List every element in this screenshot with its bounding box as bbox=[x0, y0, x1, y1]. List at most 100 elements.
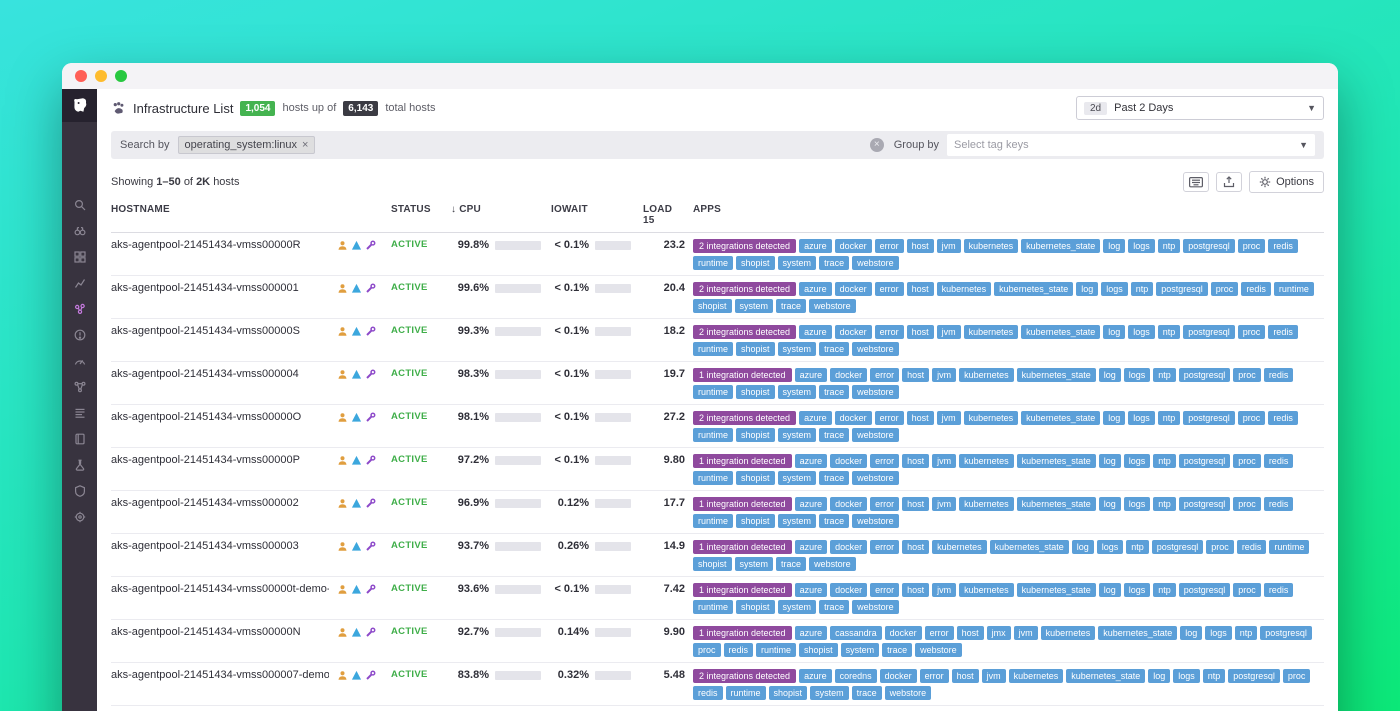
app-tag[interactable]: webstore bbox=[852, 514, 899, 528]
app-tag[interactable]: postgresql bbox=[1179, 368, 1231, 382]
column-load15[interactable]: LOAD 15 bbox=[643, 204, 685, 226]
app-tag[interactable]: docker bbox=[835, 411, 872, 425]
app-tag[interactable]: log bbox=[1099, 497, 1121, 511]
app-tag[interactable]: log bbox=[1103, 325, 1125, 339]
options-button[interactable]: Options bbox=[1249, 171, 1324, 193]
app-tag[interactable]: trace bbox=[776, 557, 806, 571]
app-tag[interactable]: ntp bbox=[1126, 540, 1149, 554]
app-tag[interactable]: azure bbox=[795, 540, 828, 554]
app-tag[interactable]: proc bbox=[693, 643, 721, 657]
export-button[interactable] bbox=[1216, 172, 1242, 192]
app-tag[interactable]: redis bbox=[724, 643, 754, 657]
app-tag[interactable]: logs bbox=[1128, 411, 1155, 425]
integration-badge[interactable]: 1 integration detected bbox=[693, 454, 792, 468]
app-tag[interactable]: kubernetes bbox=[959, 583, 1014, 597]
app-tag[interactable]: docker bbox=[880, 669, 917, 683]
app-tag[interactable]: host bbox=[902, 540, 929, 554]
app-tag[interactable]: redis bbox=[1268, 325, 1298, 339]
app-tag[interactable]: error bbox=[870, 497, 899, 511]
app-tag[interactable]: webstore bbox=[809, 557, 856, 571]
table-row[interactable]: aks-agentpool-21451434-vmss00000S ACTIVE… bbox=[111, 319, 1324, 362]
app-tag[interactable]: shopist bbox=[736, 471, 775, 485]
clear-search-icon[interactable]: × bbox=[870, 138, 884, 152]
app-tag[interactable]: postgresql bbox=[1156, 282, 1208, 296]
app-tag[interactable]: system bbox=[778, 256, 817, 270]
column-apps[interactable]: APPS bbox=[693, 204, 1324, 226]
sidebar-item-watchdog[interactable] bbox=[73, 224, 87, 238]
app-tag[interactable]: log bbox=[1076, 282, 1098, 296]
app-tag[interactable]: host bbox=[957, 626, 984, 640]
app-tag[interactable]: redis bbox=[1264, 583, 1294, 597]
app-tag[interactable]: host bbox=[907, 411, 934, 425]
app-tag[interactable]: runtime bbox=[693, 600, 733, 614]
app-tag[interactable]: postgresql bbox=[1260, 626, 1312, 640]
app-tag[interactable]: ntp bbox=[1203, 669, 1226, 683]
datadog-logo[interactable] bbox=[62, 89, 97, 122]
sidebar-item-dashboards[interactable] bbox=[73, 250, 87, 264]
app-tag[interactable]: webstore bbox=[852, 256, 899, 270]
app-tag[interactable]: logs bbox=[1101, 282, 1128, 296]
app-tag[interactable]: azure bbox=[799, 282, 832, 296]
app-tag[interactable]: logs bbox=[1124, 583, 1151, 597]
app-tag[interactable]: kubernetes bbox=[959, 497, 1014, 511]
app-tag[interactable]: proc bbox=[1233, 454, 1261, 468]
app-tag[interactable]: error bbox=[875, 325, 904, 339]
sidebar-item-logs[interactable] bbox=[73, 406, 87, 420]
app-tag[interactable]: shopist bbox=[736, 256, 775, 270]
app-tag[interactable]: shopist bbox=[736, 385, 775, 399]
app-tag[interactable]: shopist bbox=[799, 643, 838, 657]
app-tag[interactable]: azure bbox=[795, 368, 828, 382]
hostname-link[interactable]: aks-agentpool-21451434-vmss00000t-demo-1… bbox=[111, 583, 329, 595]
app-tag[interactable]: docker bbox=[835, 325, 872, 339]
app-tag[interactable]: redis bbox=[1237, 540, 1267, 554]
app-tag[interactable]: redis bbox=[1241, 282, 1271, 296]
integration-badge[interactable]: 1 integration detected bbox=[693, 368, 792, 382]
integration-badge[interactable]: 2 integrations detected bbox=[693, 325, 796, 339]
app-tag[interactable]: trace bbox=[819, 256, 849, 270]
app-tag[interactable]: azure bbox=[799, 669, 832, 683]
table-row[interactable]: aks-agentpool-21451434-vmss000001 ACTIVE… bbox=[111, 276, 1324, 319]
app-tag[interactable]: log bbox=[1148, 669, 1170, 683]
app-tag[interactable]: kubernetes bbox=[932, 540, 987, 554]
app-tag[interactable]: system bbox=[735, 557, 774, 571]
app-tag[interactable]: azure bbox=[795, 583, 828, 597]
app-tag[interactable]: redis bbox=[1268, 411, 1298, 425]
app-tag[interactable]: postgresql bbox=[1183, 411, 1235, 425]
app-tag[interactable]: system bbox=[778, 600, 817, 614]
app-tag[interactable]: webstore bbox=[852, 600, 899, 614]
app-tag[interactable]: runtime bbox=[693, 471, 733, 485]
app-tag[interactable]: redis bbox=[693, 686, 723, 700]
app-tag[interactable]: trace bbox=[819, 428, 849, 442]
hostname-link[interactable]: aks-agentpool-21451434-vmss000004 bbox=[111, 368, 329, 380]
app-tag[interactable]: logs bbox=[1097, 540, 1124, 554]
app-tag[interactable]: coredns bbox=[835, 669, 877, 683]
app-tag[interactable]: azure bbox=[795, 497, 828, 511]
search-filter-chip[interactable]: operating_system:linux × bbox=[178, 136, 316, 154]
app-tag[interactable]: docker bbox=[830, 540, 867, 554]
app-tag[interactable]: proc bbox=[1238, 411, 1266, 425]
table-row[interactable]: aks-agentpool-21451434-vmss00000N ACTIVE… bbox=[111, 620, 1324, 663]
app-tag[interactable]: jvm bbox=[937, 239, 961, 253]
app-tag[interactable]: kubernetes_state bbox=[1017, 583, 1096, 597]
integration-badge[interactable]: 2 integrations detected bbox=[693, 239, 796, 253]
app-tag[interactable]: log bbox=[1099, 583, 1121, 597]
app-tag[interactable]: host bbox=[907, 325, 934, 339]
column-hostname[interactable]: HOSTNAME bbox=[111, 204, 329, 226]
hostname-link[interactable]: aks-agentpool-21451434-vmss00000P bbox=[111, 454, 329, 466]
app-tag[interactable]: ntp bbox=[1131, 282, 1154, 296]
app-tag[interactable]: kubernetes bbox=[964, 411, 1019, 425]
app-tag[interactable]: error bbox=[875, 282, 904, 296]
app-tag[interactable]: ntp bbox=[1235, 626, 1258, 640]
app-tag[interactable]: log bbox=[1099, 368, 1121, 382]
table-row[interactable]: aks-agentpool-21451434-vmss00000P ACTIVE… bbox=[111, 448, 1324, 491]
keyboard-shortcuts-button[interactable] bbox=[1183, 172, 1209, 192]
app-tag[interactable]: postgresql bbox=[1228, 669, 1280, 683]
sidebar-item-network[interactable] bbox=[73, 380, 87, 394]
app-tag[interactable]: runtime bbox=[693, 385, 733, 399]
table-row[interactable]: aks-agentpool-21451434-vmss00000t-demo-1… bbox=[111, 577, 1324, 620]
app-tag[interactable]: runtime bbox=[1269, 540, 1309, 554]
integration-badge[interactable]: 1 integration detected bbox=[693, 583, 792, 597]
search-input[interactable]: Search by operating_system:linux × × bbox=[120, 136, 894, 154]
app-tag[interactable]: trace bbox=[819, 342, 849, 356]
app-tag[interactable]: jvm bbox=[982, 669, 1006, 683]
